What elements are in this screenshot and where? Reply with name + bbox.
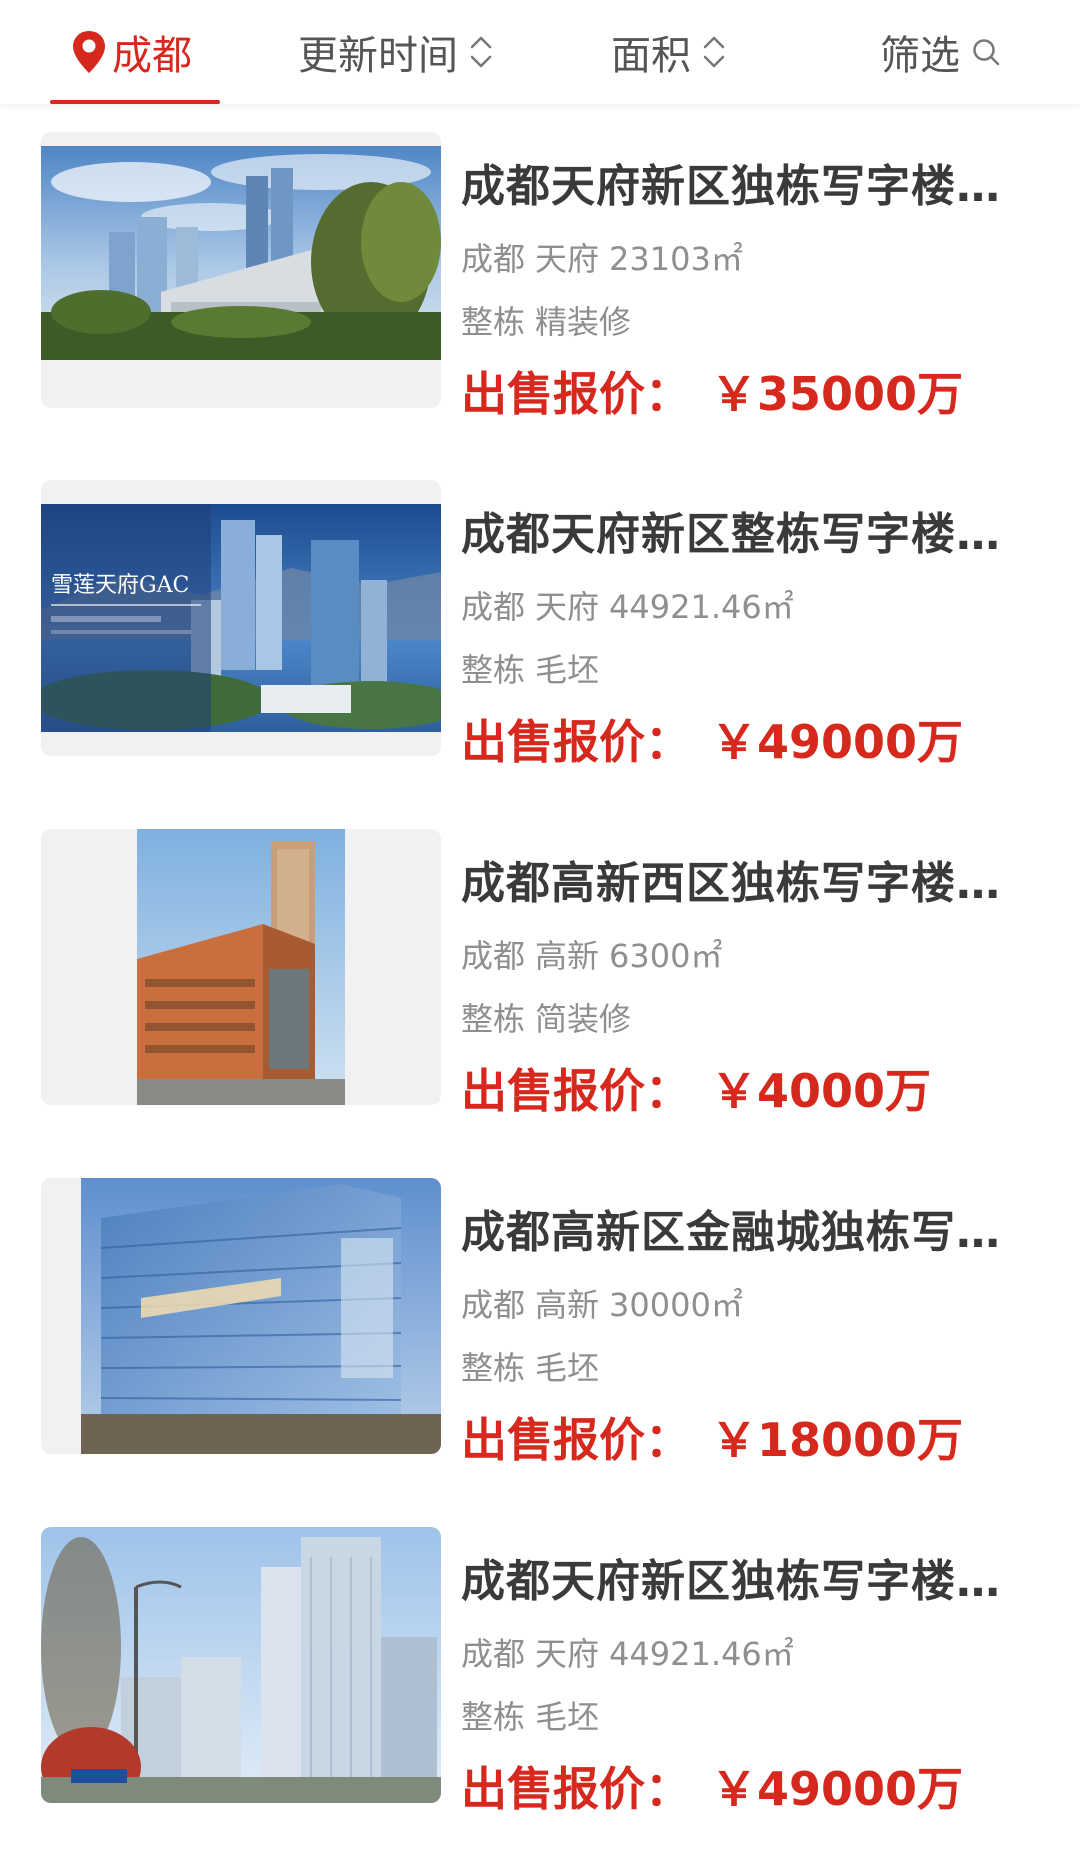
tab-city[interactable]: 成都 [70, 0, 192, 104]
listing-city: 成都 [461, 1286, 526, 1324]
listing-card[interactable]: 成都高新西区独栋写字楼… 成都 高新 6300㎡ 整栋 简装修 出售报价： ￥4000万 [0, 829, 1080, 1177]
listing-city: 成都 [461, 240, 526, 278]
price-label: 出售报价： [461, 1064, 691, 1118]
listing-area: 30000㎡ [609, 1286, 743, 1324]
tab-area[interactable]: 面积 [611, 0, 727, 104]
listing-area: 23103㎡ [609, 240, 743, 278]
listing-location: 成都 天府 44921.46㎡ [461, 1629, 794, 1675]
listing-price: 出售报价： ￥4000万 [461, 1055, 931, 1121]
price-label: 出售报价： [461, 1762, 691, 1816]
listing-area: 6300㎡ [609, 937, 723, 975]
listing-district: 天府 [535, 240, 600, 278]
listing-area: 44921.46㎡ [609, 588, 794, 626]
listing-location: 成都 天府 23103㎡ [461, 234, 743, 280]
listing-type: 整栋 [461, 1000, 526, 1038]
listing-decoration: 精装修 [535, 303, 632, 341]
listing-title[interactable]: 成都高新区金融城独栋写… [461, 1196, 1001, 1260]
listing-price: 出售报价： ￥18000万 [461, 1404, 963, 1470]
listing-photo[interactable] [41, 132, 441, 408]
listing-area: 44921.46㎡ [609, 1635, 794, 1673]
city-label: 成都 [112, 33, 192, 79]
listing-card[interactable]: 成都天府新区独栋写字楼… 成都 天府 23103㎡ 整栋 精装修 出售报价： ￥3500… [0, 132, 1080, 480]
listing-location: 成都 天府 44921.46㎡ [461, 582, 794, 628]
listing-card[interactable]: 雪莲天府GAC 成都天府新区整栋写字楼… 成都 天府 44921.46㎡ 整栋 毛坯 … [0, 480, 1080, 828]
listing-district: 高新 [535, 937, 600, 975]
listing-type: 整栋 [461, 651, 526, 689]
listing-title[interactable]: 成都天府新区整栋写字楼… [461, 498, 1001, 562]
price-value: ￥18000万 [711, 1413, 964, 1467]
price-value: ￥4000万 [711, 1064, 932, 1118]
listing-photo[interactable] [41, 829, 441, 1105]
sort-icon [703, 36, 725, 68]
active-tab-indicator [50, 100, 220, 104]
listing-title[interactable]: 成都天府新区独栋写字楼… [461, 150, 1001, 214]
update-time-label: 更新时间 [298, 33, 458, 79]
listing-district: 天府 [535, 588, 600, 626]
price-value: ￥49000万 [711, 1762, 964, 1816]
location-pin-icon [73, 31, 105, 73]
listing-location: 成都 高新 6300㎡ [461, 931, 722, 977]
listing-attributes: 整栋 毛坯 [461, 1692, 599, 1738]
filter-label: 筛选 [880, 33, 960, 79]
listing-title[interactable]: 成都高新西区独栋写字楼… [461, 847, 1001, 911]
price-label: 出售报价： [461, 367, 691, 421]
listing-type: 整栋 [461, 1698, 526, 1736]
listing-card[interactable]: 成都天府新区独栋写字楼… 成都 天府 44921.46㎡ 整栋 毛坯 出售报价： ￥49… [0, 1527, 1080, 1875]
listing-district: 高新 [535, 1286, 600, 1324]
listing-attributes: 整栋 毛坯 [461, 1343, 599, 1389]
listing-district: 天府 [535, 1635, 600, 1673]
listing-city: 成都 [461, 937, 526, 975]
price-value: ￥35000万 [711, 367, 964, 421]
search-icon [973, 39, 1000, 66]
listing-location: 成都 高新 30000㎡ [461, 1280, 743, 1326]
listing-photo[interactable]: 雪莲天府GAC [41, 480, 441, 756]
listing-photo[interactable] [41, 1178, 441, 1454]
price-label: 出售报价： [461, 1413, 691, 1467]
listing-card[interactable]: 成都高新区金融城独栋写… 成都 高新 30000㎡ 整栋 毛坯 出售报价： ￥18000… [0, 1178, 1080, 1526]
listing-decoration: 毛坯 [535, 1349, 600, 1387]
listing-price: 出售报价： ￥35000万 [461, 358, 963, 424]
listing-price: 出售报价： ￥49000万 [461, 1753, 963, 1819]
listing-type: 整栋 [461, 303, 526, 341]
listing-city: 成都 [461, 1635, 526, 1673]
tab-update-time[interactable]: 更新时间 [298, 0, 494, 104]
area-label: 面积 [611, 33, 691, 79]
listing-decoration: 简装修 [535, 1000, 632, 1038]
listing-decoration: 毛坯 [535, 651, 600, 689]
price-value: ￥49000万 [711, 715, 964, 769]
listing-price: 出售报价： ￥49000万 [461, 706, 963, 772]
photo-caption: 雪莲天府GAC [51, 573, 189, 598]
listing-title[interactable]: 成都天府新区独栋写字楼… [461, 1545, 1001, 1609]
listing-attributes: 整栋 简装修 [461, 994, 631, 1040]
sort-icon [470, 36, 492, 68]
listing-attributes: 整栋 毛坯 [461, 645, 599, 691]
tab-filter[interactable]: 筛选 [880, 0, 1002, 104]
price-label: 出售报价： [461, 715, 691, 769]
listing-decoration: 毛坯 [535, 1698, 600, 1736]
listing-type: 整栋 [461, 1349, 526, 1387]
listing-photo[interactable] [41, 1527, 441, 1803]
listing-city: 成都 [461, 588, 526, 626]
listing-attributes: 整栋 精装修 [461, 297, 631, 343]
filter-bar: 成都 更新时间 面积 筛选 [0, 0, 1080, 104]
